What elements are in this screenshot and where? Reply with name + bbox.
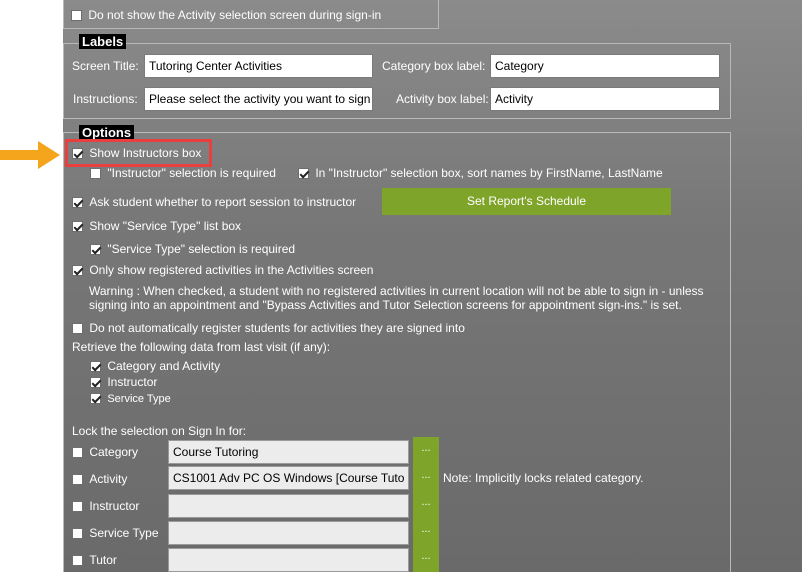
lock-activity-browse-button[interactable]: ... [413,464,439,491]
show-service-type-checkbox[interactable] [72,221,83,233]
only-registered-checkbox[interactable] [72,265,83,277]
options-legend: Options [79,125,135,140]
service-type-required-checkbox[interactable] [90,244,101,256]
lock-activity-label: Activity [89,472,128,486]
warning-line-2: signing into an appointment and "Bypass … [89,298,682,312]
no-activity-screen-option[interactable]: Do not show the Activity selection scree… [71,8,381,22]
lock-activity-checkbox[interactable] [72,474,83,486]
lock-instructor-label: Instructor [89,499,140,513]
show-instructors-option[interactable]: Show Instructors box [72,146,201,160]
ask-report-checkbox[interactable] [72,197,83,209]
lock-service-type-browse-button[interactable]: ... [413,518,439,545]
lock-category-option[interactable]: Category [72,445,138,459]
lock-service-type-label: Service Type [89,526,159,540]
show-service-type-label: Show "Service Type" list box [89,219,242,233]
show-instructors-checkbox[interactable] [72,148,83,160]
warning-line-1: Warning : When checked, a student with n… [89,284,704,298]
no-auto-register-option[interactable]: Do not automatically register students f… [72,321,465,335]
retrieve-service-type-checkbox[interactable] [90,393,101,405]
activity-box-label: Activity box label: [396,92,489,106]
lock-activity-input[interactable]: CS1001 Adv PC OS Windows [Course Tuto [168,466,409,490]
lock-tutor-option[interactable]: Tutor [72,553,117,567]
lock-tutor-browse-button[interactable]: ... [413,545,439,572]
instructor-required-checkbox[interactable] [90,168,101,180]
instructor-sort-label: In "Instructor" selection box, sort name… [315,166,663,180]
show-service-type-option[interactable]: Show "Service Type" list box [72,219,241,233]
instructions-label: Instructions: [73,92,138,106]
ask-report-option[interactable]: Ask student whether to report session to… [72,195,356,209]
activity-lock-note: Note: Implicitly locks related category. [443,471,644,485]
instructor-required-label: "Instructor" selection is required [107,166,276,180]
lock-instructor-input[interactable] [168,494,409,518]
set-report-schedule-button[interactable]: Set Report's Schedule [382,188,671,215]
instructor-required-option[interactable]: "Instructor" selection is required [90,166,276,180]
show-instructors-label: Show Instructors box [89,146,202,160]
lock-category-label: Category [89,445,139,459]
retrieve-label: Retrieve the following data from last vi… [72,340,331,354]
retrieve-instructor-label: Instructor [107,375,158,389]
screen-title-label: Screen Title: [72,59,139,73]
lock-category-checkbox[interactable] [72,447,83,459]
only-registered-option[interactable]: Only show registered activities in the A… [72,263,373,277]
no-activity-screen-label: Do not show the Activity selection scree… [88,8,382,22]
lock-category-input[interactable]: Course Tutoring [168,440,409,464]
lock-selection-label: Lock the selection on Sign In for: [72,424,247,438]
ask-report-label: Ask student whether to report session to… [89,195,357,209]
lock-instructor-browse-button[interactable]: ... [413,491,439,518]
lock-instructor-checkbox[interactable] [72,501,83,513]
retrieve-instructor-checkbox[interactable] [90,377,101,389]
pointer-arrow-icon [0,141,60,169]
retrieve-service-type-label: Service Type [107,393,171,405]
lock-tutor-input[interactable] [168,548,409,572]
retrieve-category-activity-label: Category and Activity [107,359,221,373]
no-auto-register-label: Do not automatically register students f… [89,321,465,335]
activity-box-input[interactable]: Activity [490,87,720,111]
category-box-label: Category box label: [382,59,486,73]
no-auto-register-checkbox[interactable] [72,323,83,335]
lock-service-type-input[interactable] [168,521,409,545]
service-type-required-option[interactable]: "Service Type" selection is required [90,242,295,256]
lock-instructor-option[interactable]: Instructor [72,499,139,513]
retrieve-instructor-option[interactable]: Instructor [90,375,157,389]
no-activity-screen-checkbox[interactable] [71,10,82,22]
screen-title-input[interactable]: Tutoring Center Activities [144,54,373,78]
service-type-required-label: "Service Type" selection is required [107,242,296,256]
retrieve-category-activity-checkbox[interactable] [90,361,101,373]
retrieve-service-type-option[interactable]: Service Type [90,391,171,405]
instructions-input[interactable]: Please select the activity you want to s… [144,87,373,111]
only-registered-label: Only show registered activities in the A… [89,263,374,277]
lock-service-type-checkbox[interactable] [72,528,83,540]
retrieve-category-activity-option[interactable]: Category and Activity [90,359,220,373]
lock-tutor-checkbox[interactable] [72,555,83,567]
lock-activity-option[interactable]: Activity [72,472,127,486]
category-box-input[interactable]: Category [490,54,720,78]
instructor-sort-checkbox[interactable] [298,168,309,180]
lock-category-browse-button[interactable]: ... [413,437,439,464]
lock-tutor-label: Tutor [89,553,117,567]
lock-service-type-option[interactable]: Service Type [72,526,159,540]
instructor-sort-option[interactable]: In "Instructor" selection box, sort name… [298,166,663,180]
labels-legend: Labels [79,34,127,49]
